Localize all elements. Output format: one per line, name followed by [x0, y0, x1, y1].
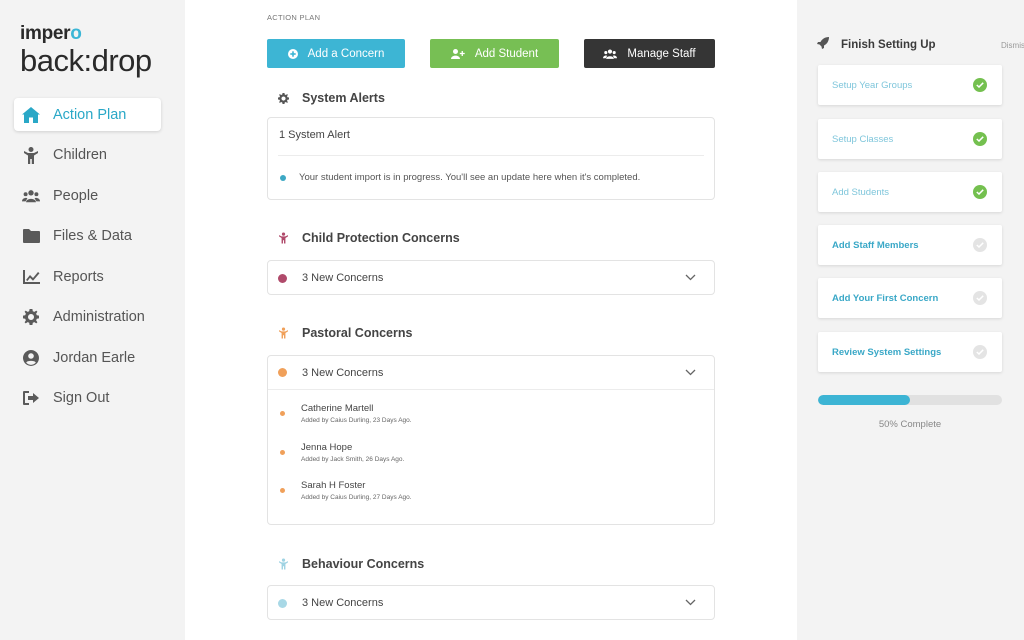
concern-meta: Added by Caius Durling, 27 Days Ago.: [301, 494, 412, 501]
setup-header: Finish Setting Up Dismiss: [817, 36, 1024, 54]
brand-logo[interactable]: impero back:drop: [20, 24, 152, 77]
child-icon: [22, 146, 40, 164]
sidebar-item-label: Jordan Earle: [53, 349, 136, 366]
people-icon: [603, 48, 618, 59]
setup-step-staff-members[interactable]: Add Staff Members: [818, 225, 1002, 265]
sign-out-icon: [22, 389, 40, 407]
status-dot: [280, 488, 285, 493]
folder-icon: [22, 227, 40, 245]
setup-progress-label: 50% Complete: [878, 419, 942, 430]
user-icon: [22, 349, 40, 367]
check-circle-icon: [973, 78, 987, 92]
behaviour-heading: Behaviour Concerns: [267, 555, 424, 573]
concern-student-name: Sarah H Foster: [301, 480, 366, 491]
logo-impero: impero: [20, 23, 82, 44]
child-icon: [276, 232, 290, 244]
list-item[interactable]: Sarah H Foster Added by Caius Durling, 2…: [268, 479, 714, 518]
sidebar-item-label: Administration: [53, 309, 145, 325]
chevron-down-icon[interactable]: [685, 272, 696, 284]
status-dot: [280, 449, 285, 455]
sidebar-item-label: People: [53, 187, 99, 204]
setup-step-system-settings[interactable]: Review System Settings: [818, 332, 1002, 372]
behaviour-summary[interactable]: 3 New Concerns: [268, 586, 714, 620]
child-icon: [276, 558, 290, 570]
child-icon: [276, 327, 290, 339]
pastoral-summary[interactable]: 3 New Concerns: [268, 356, 714, 390]
sidebar-item-label: Files & Data: [53, 228, 132, 244]
setup-step-classes[interactable]: Setup Classes: [818, 119, 1002, 159]
sidebar-item-action-plan[interactable]: Action Plan: [14, 98, 161, 131]
rocket-icon: [817, 36, 829, 54]
status-dot: [278, 598, 287, 608]
action-buttons: Add a Concern Add Student Manage Staff: [267, 39, 715, 68]
people-icon: [22, 187, 40, 205]
concern-student-name: Catherine Martell: [301, 403, 374, 414]
concern-meta: Added by Jack Smith, 26 Days Ago.: [301, 455, 405, 463]
sidebar-item-administration[interactable]: Administration: [14, 301, 161, 334]
list-item[interactable]: Catherine Martell Added by Caius Durling…: [268, 402, 714, 441]
setup-progress-bar: [818, 395, 1002, 405]
setup-title: Finish Setting Up: [841, 39, 936, 51]
behaviour-card[interactable]: 3 New Concerns: [267, 585, 715, 620]
sidebar-item-files-data[interactable]: Files & Data: [14, 220, 161, 253]
child-protection-card[interactable]: 3 New Concerns: [267, 260, 715, 295]
check-circle-icon: [973, 345, 987, 359]
concern-student-name: Jenna Hope: [301, 441, 353, 453]
pastoral-heading: Pastoral Concerns: [267, 324, 412, 342]
logo-backdrop: back:drop: [20, 43, 152, 78]
chevron-down-icon[interactable]: [685, 597, 696, 609]
child-protection-heading: Child Protection Concerns: [267, 229, 460, 247]
concern-meta: Added by Caius Durling, 23 Days Ago.: [301, 417, 412, 424]
sidebar-item-children[interactable]: Children: [14, 139, 161, 172]
setup-step-students[interactable]: Add Students: [818, 172, 1002, 212]
sidebar-item-label: Reports: [53, 268, 104, 285]
sidebar-item-reports[interactable]: Reports: [14, 260, 161, 293]
check-circle-icon: [973, 132, 987, 146]
add-concern-button[interactable]: Add a Concern: [267, 39, 405, 68]
chart-icon: [22, 268, 40, 286]
check-circle-icon: [973, 185, 987, 199]
status-dot: [280, 411, 285, 416]
setup-step-year-groups[interactable]: Setup Year Groups: [818, 65, 1002, 105]
plus-circle-icon: [287, 48, 298, 59]
system-alert-count: 1 System Alert: [279, 129, 350, 141]
check-circle-icon: [973, 238, 987, 252]
setup-panel: Finish Setting Up Dismiss Setup Year Gro…: [797, 0, 1024, 640]
sidebar-nav: Action Plan Children People Files & Data…: [14, 98, 161, 422]
gear-icon: [22, 308, 40, 326]
sidebar: impero back:drop Action Plan Children Pe…: [0, 0, 185, 640]
sidebar-item-label: Children: [53, 147, 107, 163]
child-protection-summary[interactable]: 3 New Concerns: [268, 261, 714, 295]
system-alerts-heading: System Alerts: [267, 89, 385, 107]
gear-icon: [276, 92, 290, 104]
system-alerts-card: 1 System Alert Your student import is in…: [267, 117, 715, 200]
sidebar-item-label: Action Plan: [53, 106, 127, 123]
sidebar-item-people[interactable]: People: [14, 179, 161, 212]
setup-progress-fill: [818, 395, 910, 405]
info-dot-icon: [280, 174, 286, 181]
add-user-icon: [450, 48, 465, 59]
status-dot: [278, 273, 287, 283]
system-alert-message: Your student import is in progress. You'…: [268, 156, 714, 199]
pastoral-card: 3 New Concerns Catherine Martell Added b…: [267, 355, 715, 525]
status-dot: [278, 368, 287, 377]
dismiss-link[interactable]: Dismiss: [1001, 41, 1024, 50]
check-circle-icon: [973, 291, 987, 305]
setup-step-first-concern[interactable]: Add Your First Concern: [818, 278, 1002, 318]
sidebar-item-jordan-earle[interactable]: Jordan Earle: [14, 341, 161, 374]
list-item[interactable]: Jenna Hope Added by Jack Smith, 26 Days …: [268, 441, 714, 480]
sidebar-item-label: Sign Out: [53, 390, 110, 406]
breadcrumb: ACTION PLAN: [267, 13, 321, 22]
manage-staff-button[interactable]: Manage Staff: [584, 39, 715, 68]
add-student-button[interactable]: Add Student: [430, 39, 559, 68]
chevron-down-icon[interactable]: [685, 367, 696, 379]
home-icon: [22, 106, 40, 124]
sidebar-item-sign-out[interactable]: Sign Out: [14, 382, 161, 415]
